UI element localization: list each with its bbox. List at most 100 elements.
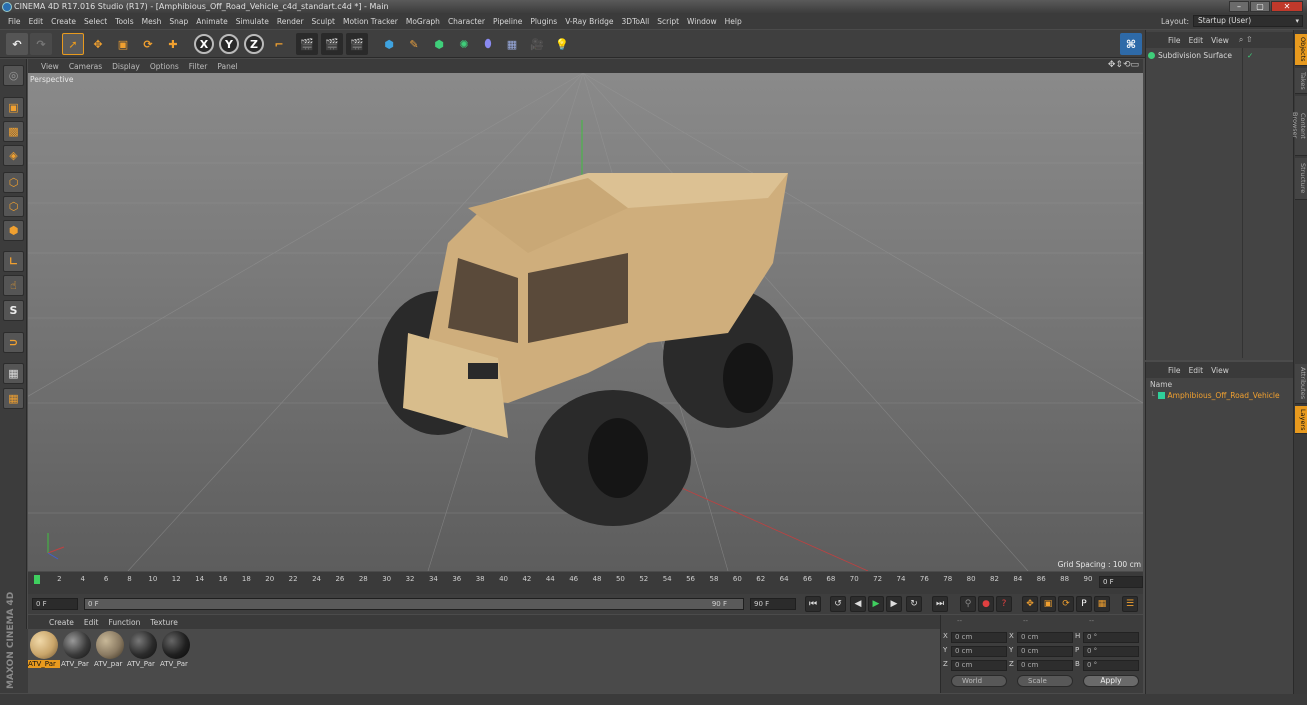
position-z-field[interactable]: 0 cm: [951, 660, 1007, 671]
model-mode-icon[interactable]: ▣: [3, 97, 24, 118]
menu-render[interactable]: Render: [273, 17, 308, 26]
menu-pipeline[interactable]: Pipeline: [489, 17, 526, 26]
minimize-button[interactable]: –: [1229, 1, 1249, 12]
3d-viewport[interactable]: Perspective Grid Spacing : 100 cm: [28, 73, 1143, 571]
tab-structure[interactable]: Structure: [1295, 158, 1307, 200]
viewport-menu-panel[interactable]: Panel: [212, 62, 242, 71]
position-y-field[interactable]: 0 cm: [951, 646, 1007, 657]
start-frame-field[interactable]: 0 F: [32, 598, 78, 610]
viewport-menu-options[interactable]: Options: [145, 62, 184, 71]
y-axis-lock-icon[interactable]: Y: [219, 34, 239, 54]
cube-primitive-icon[interactable]: ⬢: [378, 33, 400, 55]
end-frame-field[interactable]: 90 F: [750, 598, 796, 610]
menu-plugins[interactable]: Plugins: [526, 17, 561, 26]
workplane-mode-icon[interactable]: ◈: [3, 145, 24, 166]
layer-row[interactable]: └ Amphibious_Off_Road_Vehicle: [1150, 391, 1280, 400]
menu-file[interactable]: File: [4, 17, 25, 26]
go-to-start-icon[interactable]: ⏮: [805, 596, 821, 612]
playhead-marker[interactable]: [34, 575, 40, 584]
visibility-check-icon[interactable]: ✓: [1247, 51, 1253, 60]
record-keys-icon[interactable]: ⚲: [960, 596, 976, 612]
menu-animate[interactable]: Animate: [192, 17, 231, 26]
menu-help[interactable]: Help: [721, 17, 746, 26]
viewport-menu-display[interactable]: Display: [107, 62, 145, 71]
rotation-p-field[interactable]: 0 °: [1083, 646, 1139, 657]
autokey-icon[interactable]: ?: [996, 596, 1012, 612]
go-to-end-icon[interactable]: ⏭: [932, 596, 948, 612]
layers-menu-view[interactable]: View: [1207, 366, 1233, 375]
render-settings-icon[interactable]: 🎬: [346, 33, 368, 55]
planar-workplane-icon[interactable]: ▦: [3, 388, 24, 409]
tab-takes[interactable]: Takes: [1295, 68, 1307, 94]
layer-color-swatch[interactable]: [1157, 392, 1165, 399]
material-menu-function[interactable]: Function: [103, 618, 145, 627]
python-script-icon[interactable]: ⌘: [1120, 33, 1142, 55]
texture-mode-icon[interactable]: ▩: [3, 121, 24, 142]
tab-objects[interactable]: Objects: [1295, 34, 1307, 66]
material-swatch[interactable]: ATV_par: [94, 631, 126, 671]
key-pla-icon[interactable]: ▦: [1094, 596, 1110, 612]
make-editable-icon[interactable]: ◎: [3, 65, 24, 86]
menu-script[interactable]: Script: [653, 17, 683, 26]
rotation-h-field[interactable]: 0 °: [1083, 632, 1139, 643]
magnet-icon[interactable]: ⊃: [3, 332, 24, 353]
apply-button[interactable]: Apply: [1083, 675, 1139, 687]
material-swatch[interactable]: ATV_Par: [127, 631, 159, 671]
next-frame-icon[interactable]: ▶: [886, 596, 902, 612]
size-z-field[interactable]: 0 cm: [1017, 660, 1073, 671]
tab-layers[interactable]: Layers: [1295, 406, 1307, 434]
edges-mode-icon[interactable]: ⬡: [3, 196, 24, 217]
timeline-ruler[interactable]: 0246810121416182022242628303234363840424…: [28, 572, 1143, 594]
menu-edit[interactable]: Edit: [25, 17, 48, 26]
close-button[interactable]: ✕: [1271, 1, 1303, 12]
objects-menu-edit[interactable]: Edit: [1185, 36, 1208, 45]
pen-spline-icon[interactable]: ✎: [403, 33, 425, 55]
layout-select[interactable]: Startup (User): [1193, 15, 1303, 27]
light-icon[interactable]: 💡: [551, 33, 573, 55]
object-row-subdivision-surface[interactable]: Subdivision Surface ✓: [1148, 50, 1290, 61]
layers-menu-file[interactable]: File: [1164, 366, 1185, 375]
coordinate-mode-dropdown[interactable]: World: [951, 675, 1007, 687]
z-axis-lock-icon[interactable]: Z: [244, 34, 264, 54]
viewport-menu-cameras[interactable]: Cameras: [64, 62, 107, 71]
timeline-window-icon[interactable]: ☰: [1122, 596, 1138, 612]
scale-mode-dropdown[interactable]: Scale: [1017, 675, 1073, 687]
coordinate-system-icon[interactable]: ⌐: [268, 33, 290, 55]
menu-tools[interactable]: Tools: [111, 17, 137, 26]
key-position-icon[interactable]: ✥: [1022, 596, 1038, 612]
subdivision-surface-icon[interactable]: ⬢: [428, 33, 450, 55]
next-key-icon[interactable]: ↻: [906, 596, 922, 612]
lock-workplane-icon[interactable]: ▦: [3, 363, 24, 384]
material-menu-create[interactable]: Create: [44, 618, 79, 627]
material-menu-edit[interactable]: Edit: [79, 618, 104, 627]
play-icon[interactable]: ▶: [868, 596, 884, 612]
key-rotation-icon[interactable]: ⟳: [1058, 596, 1074, 612]
viewport-nav-icons[interactable]: ✥⇕⟲▭: [1108, 60, 1139, 70]
menu-create[interactable]: Create: [47, 17, 80, 26]
live-selection-icon[interactable]: ✚: [162, 33, 184, 55]
menu-simulate[interactable]: Simulate: [232, 17, 273, 26]
rotate-tool-icon[interactable]: ⟳: [137, 33, 159, 55]
position-x-field[interactable]: 0 cm: [951, 632, 1007, 643]
axis-mode-icon[interactable]: ∟: [3, 251, 24, 272]
menu-character[interactable]: Character: [444, 17, 489, 26]
previous-key-icon[interactable]: ↺: [830, 596, 846, 612]
points-mode-icon[interactable]: ⬡: [3, 172, 24, 193]
polygons-mode-icon[interactable]: ⬢: [3, 220, 24, 241]
snap-icon[interactable]: S: [3, 300, 24, 321]
key-parameter-icon[interactable]: P: [1076, 596, 1092, 612]
maximize-button[interactable]: ▢: [1250, 1, 1270, 12]
select-tool-icon[interactable]: ➚: [62, 33, 84, 55]
menu-select[interactable]: Select: [80, 17, 111, 26]
menu-window[interactable]: Window: [683, 17, 721, 26]
render-view-icon[interactable]: 🎬: [296, 33, 318, 55]
menu-3dtoall[interactable]: 3DToAll: [618, 17, 654, 26]
menu-vray-bridge[interactable]: V-Ray Bridge: [561, 17, 617, 26]
viewport-menu-view[interactable]: View: [36, 62, 64, 71]
size-x-field[interactable]: 0 cm: [1017, 632, 1073, 643]
undo-icon[interactable]: ↶: [6, 33, 28, 55]
objects-menu-view[interactable]: View: [1207, 36, 1233, 45]
array-icon[interactable]: ✺: [453, 33, 475, 55]
material-swatch[interactable]: ATV_Par: [28, 631, 60, 671]
layers-menu-edit[interactable]: Edit: [1185, 366, 1208, 375]
